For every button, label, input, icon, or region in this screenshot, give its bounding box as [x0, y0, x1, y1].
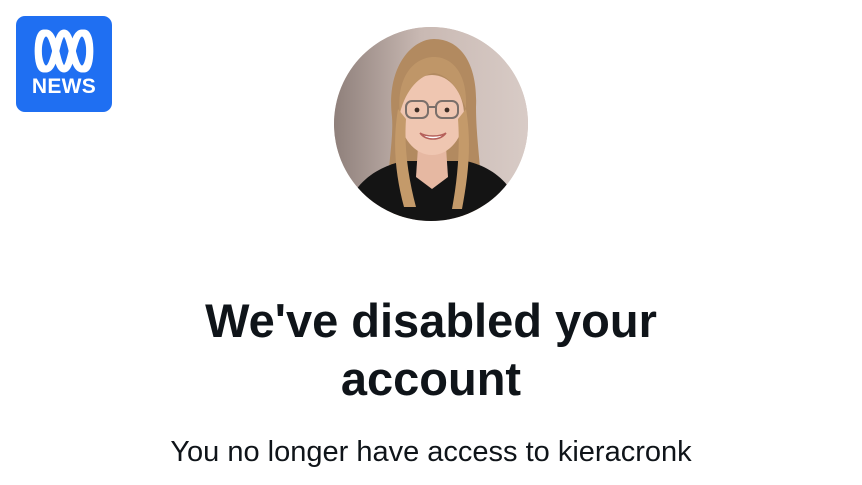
logo-label: NEWS: [31, 75, 97, 98]
page-title: We've disabled your account: [0, 292, 862, 408]
abc-lissajous-icon: [34, 29, 94, 73]
page-subtitle: You no longer have access to kieracronk: [170, 436, 692, 468]
profile-avatar: [334, 27, 528, 221]
title-text: We've disabled your account: [205, 294, 657, 405]
profile-photo-icon: [334, 27, 528, 221]
account-disabled-screen: NEWS We've disabled your account You no …: [0, 0, 862, 485]
abc-news-logo: NEWS: [16, 16, 112, 112]
